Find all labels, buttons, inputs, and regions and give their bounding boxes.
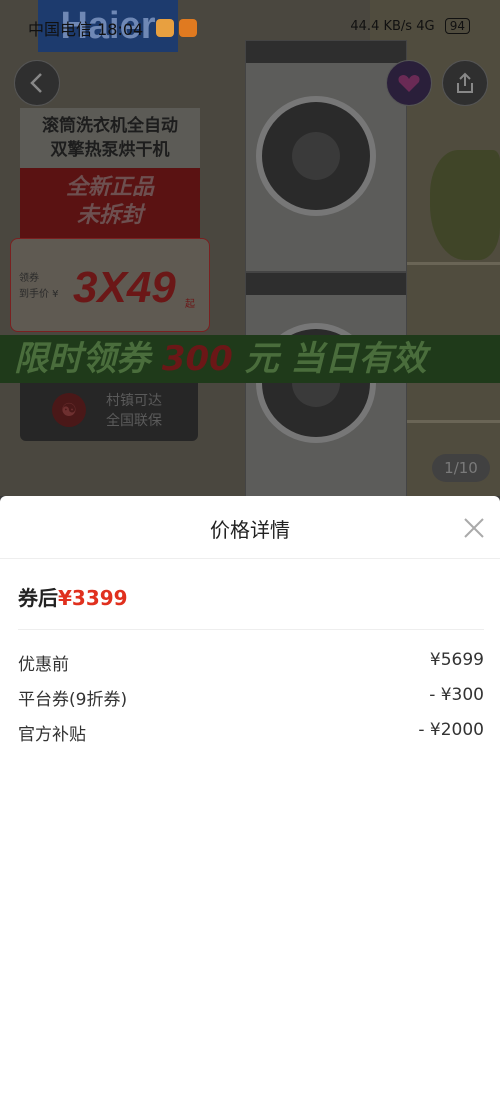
price-label: 领券 到手价 ¥ [19, 273, 59, 300]
divider [18, 629, 484, 630]
shield-icon: ☯ [52, 393, 86, 427]
row-label: 官方补贴 [18, 725, 86, 745]
back-button[interactable] [14, 60, 60, 106]
status-right: 44.4 KB/s 4G 94 [350, 18, 470, 34]
sheet-header: 价格详情 [0, 496, 500, 559]
promo-badge: 全新正品 未拆封 [20, 168, 200, 238]
row-label: 优惠前 [18, 655, 69, 675]
row-label: 平台券(9折券) [18, 690, 128, 710]
share-icon [457, 72, 473, 93]
heart-icon [398, 75, 420, 92]
price-row-subsidy: 官方补贴 - ¥2000 [18, 720, 484, 745]
final-price-row: 券后¥3399 [18, 582, 128, 611]
promo-price-card: 领券 到手价 ¥ 3X49 起 [10, 238, 210, 332]
battery-icon: 94 [444, 18, 470, 34]
close-button[interactable] [462, 516, 486, 540]
share-button[interactable] [442, 60, 488, 106]
final-price-value: ¥3399 [58, 586, 128, 610]
promo-title: 滚筒洗衣机全自动 双擎热泵烘干机 [20, 108, 200, 168]
shelf [395, 420, 500, 423]
row-value: - ¥300 [429, 685, 484, 705]
status-bar: 中国电信 18:04 44.4 KB/s 4G 94 [0, 10, 500, 40]
shelf [395, 262, 500, 265]
carrier-time: 中国电信 18:04 [28, 20, 144, 39]
close-icon [464, 518, 484, 538]
coupon-banner: 限时领券 300 元 当日有效 [0, 335, 500, 383]
favorite-button[interactable] [386, 60, 432, 106]
dryer-unit-image [245, 40, 407, 272]
price-row-original: 优惠前 ¥5699 [18, 650, 484, 675]
product-image-area[interactable]: Haier 中国电信 18:04 44.4 KB/s 4G 94 滚筒洗衣机全自… [0, 0, 500, 496]
image-counter: 1/10 [432, 454, 490, 482]
weibo-icon [179, 19, 197, 37]
price-details-sheet: 价格详情 券后¥3399 优惠前 ¥5699 平台券(9折券) - ¥300 官… [0, 496, 500, 1103]
plant-decoration [430, 150, 500, 260]
chevron-left-icon [30, 73, 42, 93]
app-notification-icon [156, 19, 174, 37]
final-price-label: 券后 [18, 586, 58, 610]
promo-price: 3X49 [73, 263, 176, 312]
assurance-badge: ☯ 村镇可达 全国联保 [20, 383, 198, 441]
price-row-platform-coupon: 平台券(9折券) - ¥300 [18, 685, 484, 710]
row-value: ¥5699 [429, 650, 484, 670]
washer-unit-image [245, 272, 407, 496]
row-value: - ¥2000 [418, 720, 484, 740]
price-suffix: 起 [185, 299, 195, 310]
sheet-title: 价格详情 [210, 518, 290, 542]
